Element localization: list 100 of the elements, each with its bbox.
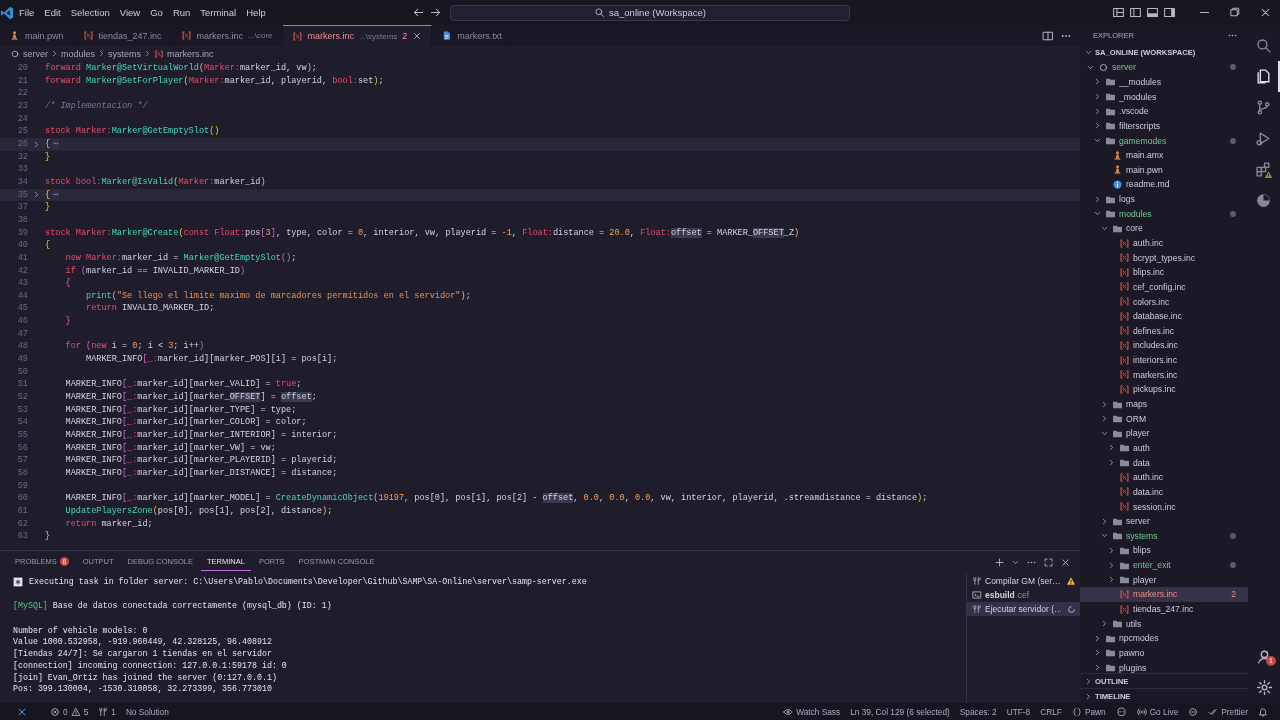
tree-item[interactable]: markers.inc 2 — [1080, 587, 1248, 602]
tree-item[interactable]: tiendas_247.inc — [1080, 601, 1248, 617]
chevron-right-icon[interactable] — [32, 190, 41, 200]
tree-item[interactable]: main.amx — [1080, 147, 1248, 163]
menu-item[interactable]: Run — [167, 5, 196, 20]
tree-item[interactable]: utils — [1080, 616, 1248, 631]
copilot-icon[interactable] — [1115, 706, 1127, 717]
split-editor-icon[interactable] — [1042, 29, 1054, 42]
menu-item[interactable]: Go — [145, 5, 168, 20]
back-arrow-icon[interactable] — [412, 6, 425, 19]
layout-icon[interactable] — [1129, 6, 1142, 19]
chevron-right-icon[interactable] — [32, 139, 41, 149]
menu-item[interactable]: Edit — [39, 5, 66, 20]
breadcrumb-item[interactable]: server — [10, 48, 48, 59]
tree-item[interactable]: filterscripts — [1080, 118, 1248, 134]
ports-status[interactable]: 1 — [93, 706, 121, 717]
tree-item[interactable]: gamemodes — [1080, 133, 1248, 148]
tree-item[interactable]: auth.inc — [1080, 235, 1248, 251]
tree-item[interactable]: auth.inc — [1080, 469, 1248, 485]
tree-item[interactable]: pawno — [1080, 645, 1248, 661]
tree-item[interactable]: modules — [1080, 206, 1248, 222]
problems-status[interactable]: 0 5 — [45, 706, 94, 717]
tree-item[interactable]: bcrypt_types.inc — [1080, 250, 1248, 265]
tree-item[interactable]: data.inc — [1080, 484, 1248, 500]
breadcrumb-item[interactable]: modules — [61, 48, 96, 59]
tree-item[interactable]: readme.md — [1080, 177, 1248, 192]
solution-status[interactable]: No Solution — [120, 706, 174, 717]
tree-item[interactable]: markers.inc — [1080, 367, 1248, 383]
breadcrumb-item[interactable]: systems — [108, 48, 142, 59]
layout-icon[interactable] — [1163, 6, 1176, 19]
tree-item[interactable]: server — [1080, 513, 1248, 529]
menu-item[interactable]: Help — [241, 5, 271, 20]
status-item[interactable]: Spaces: 2 — [954, 706, 1002, 717]
tree-item[interactable]: player — [1080, 572, 1248, 588]
editor-tab[interactable]: main.pwn — [0, 25, 74, 46]
tree-item[interactable]: data — [1080, 455, 1248, 470]
breadcrumb-item[interactable]: markers.inc — [154, 48, 214, 59]
editor-tab[interactable]: markers.inc ...\core — [171, 25, 283, 46]
tree-item[interactable]: server — [1080, 60, 1248, 75]
tree-item[interactable]: auth — [1080, 440, 1248, 456]
tree-item[interactable]: session.inc — [1080, 499, 1248, 514]
layout-icon[interactable] — [1146, 6, 1159, 19]
tree-item[interactable]: plugins — [1080, 660, 1248, 673]
tree-item[interactable]: cef_config.inc — [1080, 279, 1248, 295]
files-icon[interactable] — [1254, 68, 1272, 85]
circle-icon[interactable] — [1188, 706, 1199, 717]
status-item[interactable]: UTF-8 — [1001, 706, 1036, 717]
bell-icon[interactable] — [1258, 706, 1268, 717]
tree-item[interactable]: enter_exit — [1080, 557, 1248, 573]
close-icon[interactable] — [1259, 6, 1272, 19]
settings-icon[interactable] — [1255, 679, 1273, 696]
status-item[interactable]: Pawn — [1066, 706, 1111, 717]
tree-item[interactable]: systems — [1080, 528, 1248, 544]
tree-item[interactable]: logs — [1080, 191, 1248, 207]
editor-tab[interactable]: markers.txt — [432, 25, 512, 46]
tree-item[interactable]: includes.inc — [1080, 338, 1248, 353]
tree-item[interactable]: npcmodes — [1080, 631, 1248, 646]
tree-item[interactable]: interiors.inc — [1080, 352, 1248, 368]
tree-item[interactable]: database.inc — [1080, 308, 1248, 324]
pie-chart-icon[interactable] — [1254, 192, 1272, 209]
tree-item[interactable]: ORM — [1080, 411, 1248, 426]
menu-item[interactable]: File — [14, 5, 40, 20]
terminal-session[interactable]: Ejecutar servidor (… — [967, 602, 1080, 616]
line-number: 60 — [16, 492, 28, 505]
tree-item[interactable]: maps — [1080, 396, 1248, 412]
command-center-search[interactable]: sa_online (Workspace) — [450, 4, 850, 21]
maximize-icon[interactable] — [1043, 556, 1054, 568]
terminal-session[interactable]: Compilar GM (ser… — [967, 574, 1080, 588]
close-icon[interactable] — [412, 31, 423, 41]
plus-icon[interactable] — [994, 556, 1005, 568]
status-item[interactable]: Ln 39, Col 129 (6 selected) — [845, 706, 955, 717]
tree-item[interactable]: player — [1080, 426, 1248, 441]
status-item[interactable]: Watch Sass — [778, 706, 846, 717]
close-icon[interactable] — [1060, 556, 1071, 568]
tree-item[interactable]: _modules — [1080, 89, 1248, 104]
folder-icon — [1105, 135, 1116, 146]
restore-icon[interactable] — [1229, 6, 1241, 18]
menu-item[interactable]: Selection — [65, 5, 115, 20]
tree-item[interactable]: main.pwn — [1080, 162, 1248, 178]
editor-tab[interactable]: tiendas_247.inc — [73, 25, 172, 46]
status-item[interactable]: Go Live — [1131, 706, 1184, 717]
brackets-file-icon — [1119, 588, 1130, 600]
tree-item[interactable]: colors.inc — [1080, 294, 1248, 309]
tree-item[interactable]: pickups.inc — [1080, 382, 1248, 397]
menu-item[interactable]: View — [114, 5, 146, 20]
status-item[interactable]: CRLF — [1035, 706, 1067, 717]
run-debug-icon[interactable] — [1254, 130, 1272, 147]
menu-item[interactable]: Terminal — [195, 5, 242, 20]
search-icon[interactable] — [1254, 37, 1272, 54]
editor-tab[interactable]: markers.inc ...\systems 2 — [282, 25, 433, 46]
tree-item[interactable]: blips — [1080, 543, 1248, 558]
tree-item[interactable]: __modules — [1080, 74, 1248, 90]
status-item[interactable]: Prettier — [1203, 706, 1253, 717]
layout-icon[interactable] — [1112, 6, 1125, 19]
tree-item[interactable]: defines.inc — [1080, 323, 1248, 339]
terminal-session[interactable]: esbuild cef — [967, 588, 1080, 602]
tree-item[interactable]: .vscode — [1080, 103, 1248, 119]
tree-item[interactable]: core — [1080, 221, 1248, 236]
forward-arrow-icon[interactable] — [429, 6, 442, 19]
tree-item[interactable]: blips.inc — [1080, 264, 1248, 280]
